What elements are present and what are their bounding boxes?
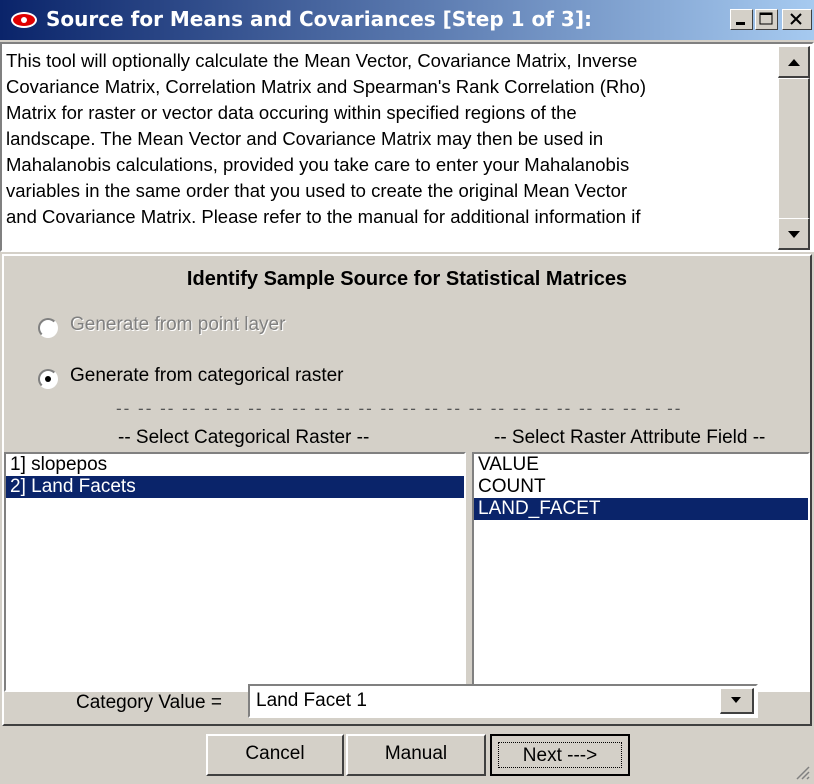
list-item[interactable]: 1] slopepos xyxy=(6,454,464,476)
radio-button[interactable] xyxy=(38,369,58,389)
close-button[interactable] xyxy=(782,9,812,30)
radio-button[interactable] xyxy=(38,318,58,338)
field-listbox[interactable]: VALUE COUNT LAND_FACET xyxy=(472,452,810,692)
vertical-scrollbar[interactable] xyxy=(778,46,810,250)
radio-label: Generate from categorical raster xyxy=(70,365,344,386)
raster-list-header: -- Select Categorical Raster -- xyxy=(118,427,370,448)
next-button[interactable]: Next ---> xyxy=(490,734,630,776)
scroll-down-button[interactable] xyxy=(778,218,810,250)
list-item[interactable]: 2] Land Facets xyxy=(6,476,464,498)
eye-icon xyxy=(11,12,37,28)
list-item[interactable]: LAND_FACET xyxy=(474,498,808,520)
field-list-header: -- Select Raster Attribute Field -- xyxy=(494,427,766,448)
close-icon xyxy=(790,13,802,25)
minimize-button[interactable] xyxy=(730,9,753,30)
chevron-down-icon xyxy=(731,697,741,703)
description-text: This tool will optionally calculate the … xyxy=(6,50,646,227)
next-button-label: Next ---> xyxy=(498,742,622,768)
section-heading: Identify Sample Source for Statistical M… xyxy=(186,268,628,290)
scroll-thumb[interactable] xyxy=(778,78,810,220)
arrow-up-icon xyxy=(788,59,800,66)
manual-button[interactable]: Manual xyxy=(346,734,486,776)
minimize-icon xyxy=(736,22,745,25)
list-item[interactable]: VALUE xyxy=(474,454,808,476)
maximize-icon xyxy=(759,12,773,25)
maximize-button[interactable] xyxy=(755,9,778,30)
resize-grip-icon[interactable] xyxy=(792,762,810,780)
list-item[interactable]: COUNT xyxy=(474,476,808,498)
category-value-label: Category Value = xyxy=(76,692,222,713)
raster-listbox[interactable]: 1] slopepos 2] Land Facets xyxy=(4,452,466,692)
category-value-select[interactable]: Land Facet 1 xyxy=(248,684,758,718)
separator: -- -- -- -- -- -- -- -- -- -- -- -- -- -… xyxy=(116,399,683,418)
scroll-up-button[interactable] xyxy=(778,46,810,78)
title-bar[interactable]: Source for Means and Covariances [Step 1… xyxy=(0,0,814,40)
dropdown-button[interactable] xyxy=(720,688,754,714)
radio-label: Generate from point layer xyxy=(70,314,286,335)
description-box[interactable]: This tool will optionally calculate the … xyxy=(0,42,814,252)
arrow-down-icon xyxy=(788,231,800,238)
category-value-text: Land Facet 1 xyxy=(256,690,367,711)
cancel-button[interactable]: Cancel xyxy=(206,734,344,776)
window-title: Source for Means and Covariances [Step 1… xyxy=(46,7,592,31)
